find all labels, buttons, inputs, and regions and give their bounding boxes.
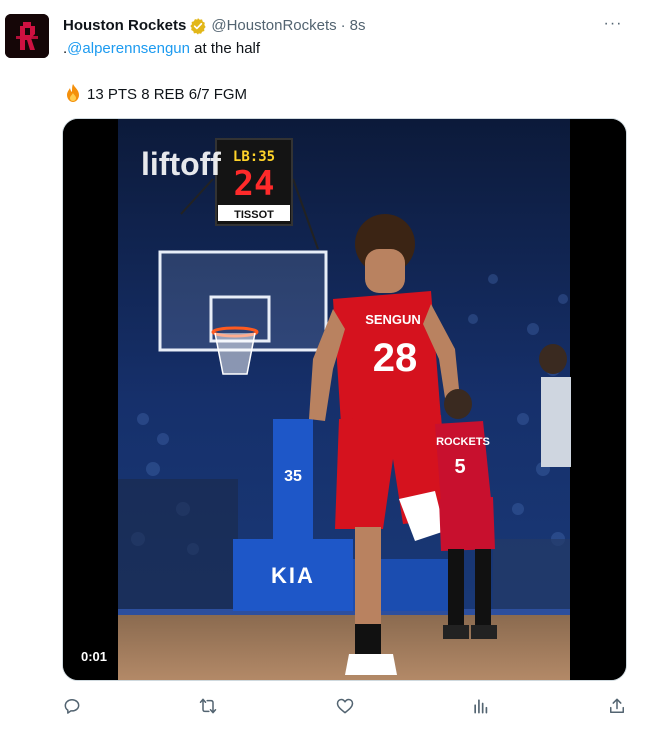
stats-text: 13 PTS 8 REB 6/7 FGM [87,86,248,103]
retweet-icon [199,698,217,714]
video-frame: KIA 35 LB:35 24 TISSOT liftoff SENGUN 28… [63,119,626,680]
tweet-text: .@alperennsengun at the half [63,39,260,59]
shot-clock-top-text: LB:35 [233,149,275,165]
teammate-chest-text: ROCKETS [436,436,490,448]
stats-line: 13 PTS 8 REB 6/7 FGM [63,83,247,105]
jersey-name-text: SENGUN [365,312,421,327]
more-options-icon[interactable]: ··· [601,16,625,36]
like-icon [336,698,354,714]
teammate-number-text: 5 [454,456,465,478]
author-handle[interactable]: @HoustonRockets [211,16,336,36]
action-bar [0,694,645,720]
liftoff-logo-text: liftoff [141,146,221,182]
sponsor-text: TISSOT [234,209,274,221]
rockets-logo-icon [5,14,49,58]
tweet-header: Houston Rockets @HoustonRockets · 8s ··· [63,16,625,36]
wall-number-text: 35 [284,468,302,485]
verified-badge-icon [189,17,207,35]
retweet-button[interactable] [196,694,220,718]
shot-clock-main-text: 24 [234,164,275,204]
author-name[interactable]: Houston Rockets [63,16,186,36]
jersey-number-text: 28 [373,336,418,380]
video-player[interactable]: KIA 35 LB:35 24 TISSOT liftoff SENGUN 28… [62,118,627,681]
reply-icon [64,699,80,714]
separator-dot: · [340,17,346,34]
avatar[interactable] [5,14,49,58]
video-duration: 0:01 [75,647,114,666]
timestamp[interactable]: 8s [350,16,366,36]
reply-button[interactable] [60,694,84,718]
share-button[interactable] [605,694,629,718]
arena-ad-text: KIA [271,563,315,588]
text-suffix: at the half [190,40,261,57]
views-icon [474,699,488,714]
like-button[interactable] [333,694,357,718]
tweet-card[interactable]: Houston Rockets @HoustonRockets · 8s ···… [0,0,645,734]
views-button[interactable] [469,694,493,718]
mention-link[interactable]: @alperennsengun [67,40,190,57]
fire-emoji-icon [63,83,83,103]
share-icon [610,698,624,713]
